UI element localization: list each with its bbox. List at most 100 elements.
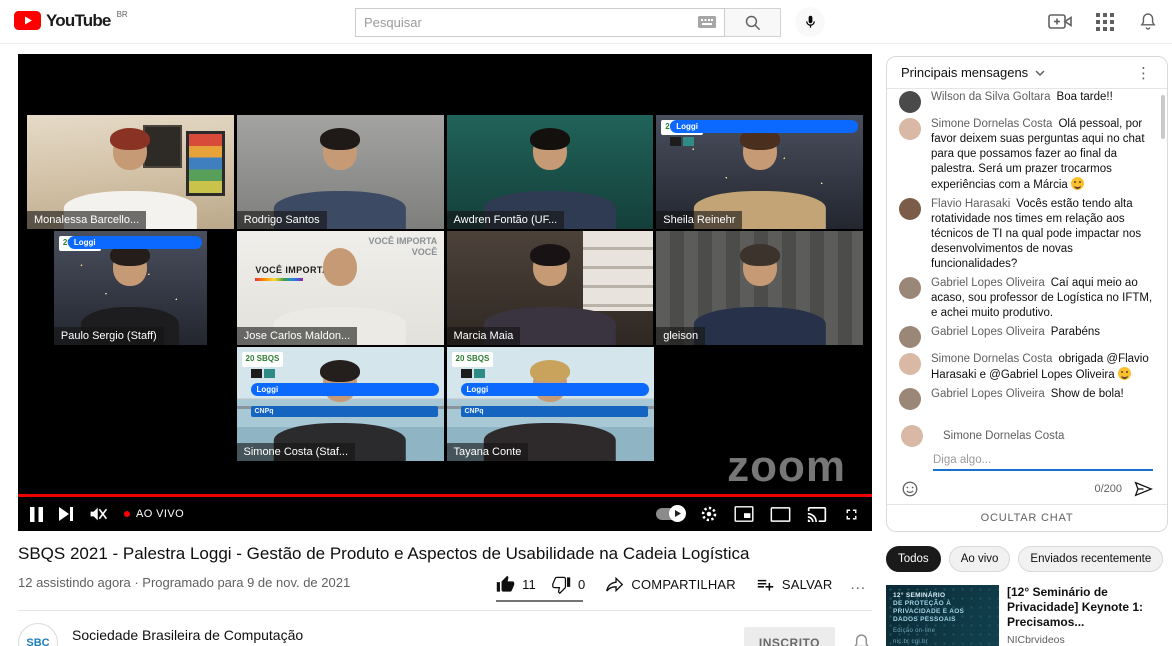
self-avatar	[901, 425, 923, 447]
emoji-picker-button[interactable]	[901, 480, 919, 498]
chat-message: Simone Dornelas CostaOlá pessoal, por fa…	[899, 115, 1157, 195]
keyboard-icon[interactable]	[698, 16, 716, 28]
create-video-icon	[1048, 13, 1072, 30]
miniplayer-button[interactable]	[734, 502, 754, 526]
autoplay-toggle-track	[656, 508, 684, 520]
like-button[interactable]: 11	[488, 567, 544, 602]
chat-message-body: Flavio HarasakiVocês estão tendo alta ro…	[931, 197, 1157, 272]
person-head	[113, 248, 147, 286]
filter-chip[interactable]: Todos	[886, 546, 941, 572]
video-title: SBQS 2021 - Palestra Loggi - Gestão de P…	[18, 544, 872, 564]
chat-header-title: Principais mensagens	[901, 65, 1028, 80]
suggested-title[interactable]: [12° Seminário de Privacidade] Keynote 1…	[1007, 585, 1168, 630]
search-button[interactable]	[725, 8, 781, 37]
chat-avatar[interactable]	[899, 118, 921, 140]
filter-chip[interactable]: Ao vivo	[949, 546, 1011, 572]
chat-menu-button[interactable]: ⋮	[1128, 62, 1159, 84]
youtube-logo-text: YouTube	[46, 11, 111, 30]
live-label: AO VIVO	[136, 508, 184, 520]
chat-author[interactable]: Simone Dornelas Costa	[931, 118, 1052, 130]
tile-slot: Awdren Fontão (UF...	[447, 115, 654, 229]
next-button[interactable]	[59, 502, 73, 526]
cast-button[interactable]	[807, 502, 827, 526]
search-input[interactable]	[364, 15, 698, 30]
smiley-emoji	[1118, 367, 1131, 380]
tile-slot: VOCÊ IMPORTA.VOCÊ IMPORTA VOCÊJose Carlo…	[237, 231, 444, 345]
participant-name: Marcia Maia	[447, 327, 521, 345]
hide-chat-button[interactable]: OCULTAR CHAT	[887, 504, 1167, 531]
chat-scrollbar[interactable]	[1161, 95, 1165, 139]
chat-filter-chips: Todos Ao vivo Enviados recentemente	[886, 546, 1168, 572]
pause-button[interactable]	[30, 502, 43, 526]
mic-icon	[803, 13, 818, 31]
tile-slot: 20 SBQSLoggiCNPqTayana Conte	[447, 347, 654, 461]
chat-author[interactable]: Gabriel Lopes Oliveira	[931, 388, 1045, 400]
tile-slot: gleison	[656, 231, 863, 345]
chat-filter-dropdown[interactable]: Principais mensagens	[901, 65, 1045, 80]
chat-avatar[interactable]	[899, 326, 921, 348]
share-icon	[605, 576, 624, 593]
subscribed-button[interactable]: INSCRITO	[744, 627, 835, 646]
chat-message: Flavio HarasakiVocês estão tendo alta ro…	[899, 195, 1157, 274]
participant-name: Rodrigo Santos	[237, 211, 327, 229]
chat-avatar[interactable]	[899, 353, 921, 375]
chat-avatar[interactable]	[899, 388, 921, 410]
chat-input[interactable]	[933, 452, 1153, 469]
person-head	[113, 132, 147, 170]
char-counter: 0/200	[1094, 483, 1122, 495]
fullscreen-button[interactable]	[843, 502, 860, 526]
person-head	[323, 132, 357, 170]
apps-grid-button[interactable]	[1096, 13, 1114, 31]
mute-button[interactable]	[89, 502, 108, 526]
channel-avatar[interactable]: SBC	[18, 623, 58, 646]
create-video-button[interactable]	[1048, 13, 1072, 30]
more-actions-button[interactable]: ...	[844, 568, 872, 601]
chat-avatar[interactable]	[899, 277, 921, 299]
tile-row: 20 SBQSLoggiPaulo Sergio (Staff)VOCÊ IMP…	[27, 231, 863, 345]
divider	[18, 610, 872, 611]
chat-message-body: Gabriel Lopes OliveiraCaí aqui meio ao a…	[931, 276, 1157, 321]
chat-author[interactable]: Gabriel Lopes Oliveira	[931, 326, 1045, 338]
chat-author[interactable]: Wilson da Silva Goltara	[931, 91, 1051, 103]
chips-logo	[461, 369, 485, 378]
theater-mode-button[interactable]	[770, 502, 791, 526]
person-head	[323, 248, 357, 286]
autoplay-toggle[interactable]	[656, 502, 684, 526]
save-button[interactable]: SALVAR	[748, 568, 841, 601]
chat-message: Wilson da Silva GoltaraBoa tarde!!	[899, 89, 1157, 115]
chat-author[interactable]: Flavio Harasaki	[931, 198, 1010, 210]
participant-name: Paulo Sergio (Staff)	[54, 327, 164, 345]
voice-search-button[interactable]	[795, 7, 825, 37]
suggested-video[interactable]: 12° SEMINÁRIO DE PROTEÇÃO À PRIVACIDADE …	[886, 585, 1168, 646]
suggested-channel[interactable]: NICbrvideos	[1007, 634, 1168, 646]
fullscreen-icon	[843, 506, 860, 523]
chat-avatar[interactable]	[899, 198, 921, 220]
chat-avatar[interactable]	[899, 91, 921, 113]
chat-author[interactable]: Simone Dornelas Costa	[931, 353, 1052, 365]
channel-bell-icon	[851, 632, 872, 646]
participant-grid: Monalessa Barcello...Rodrigo SantosAwdre…	[27, 115, 863, 463]
thumb-text: PRIVACIDADE E AOS	[893, 608, 995, 616]
filter-chip[interactable]: Enviados recentemente	[1018, 546, 1163, 572]
chat-message-body: Simone Dornelas CostaOlá pessoal, por fa…	[931, 117, 1157, 193]
chat-input-wrap	[933, 450, 1153, 471]
person-torso	[693, 307, 825, 345]
primary-column: Monalessa Barcello...Rodrigo SantosAwdre…	[18, 54, 872, 646]
channel-name[interactable]: Sociedade Brasileira de Computação	[72, 627, 744, 643]
chat-message: Gabriel Lopes OliveiraParabéns	[899, 323, 1157, 350]
notifications-button[interactable]	[1138, 11, 1158, 32]
share-button[interactable]: COMPARTILHAR	[597, 568, 744, 601]
participant-name: Tayana Conte	[447, 443, 529, 461]
participant-name: Sheila Reinehr	[656, 211, 742, 229]
autoplay-toggle-knob	[669, 505, 686, 522]
video-player[interactable]: Monalessa Barcello...Rodrigo SantosAwdre…	[18, 54, 872, 531]
youtube-logo[interactable]: YouTube BR	[14, 11, 128, 30]
settings-button[interactable]	[700, 502, 718, 526]
chat-author[interactable]: Gabriel Lopes Oliveira	[931, 277, 1045, 289]
channel-notifications-button[interactable]	[851, 632, 872, 646]
dislike-button[interactable]: 0	[544, 567, 593, 602]
channel-info: Sociedade Brasileira de Computação 4,31 …	[72, 627, 744, 646]
participant-tile: gleison	[656, 231, 863, 345]
send-button[interactable]	[1134, 481, 1153, 497]
suggested-thumbnail[interactable]: 12° SEMINÁRIO DE PROTEÇÃO À PRIVACIDADE …	[886, 585, 999, 646]
